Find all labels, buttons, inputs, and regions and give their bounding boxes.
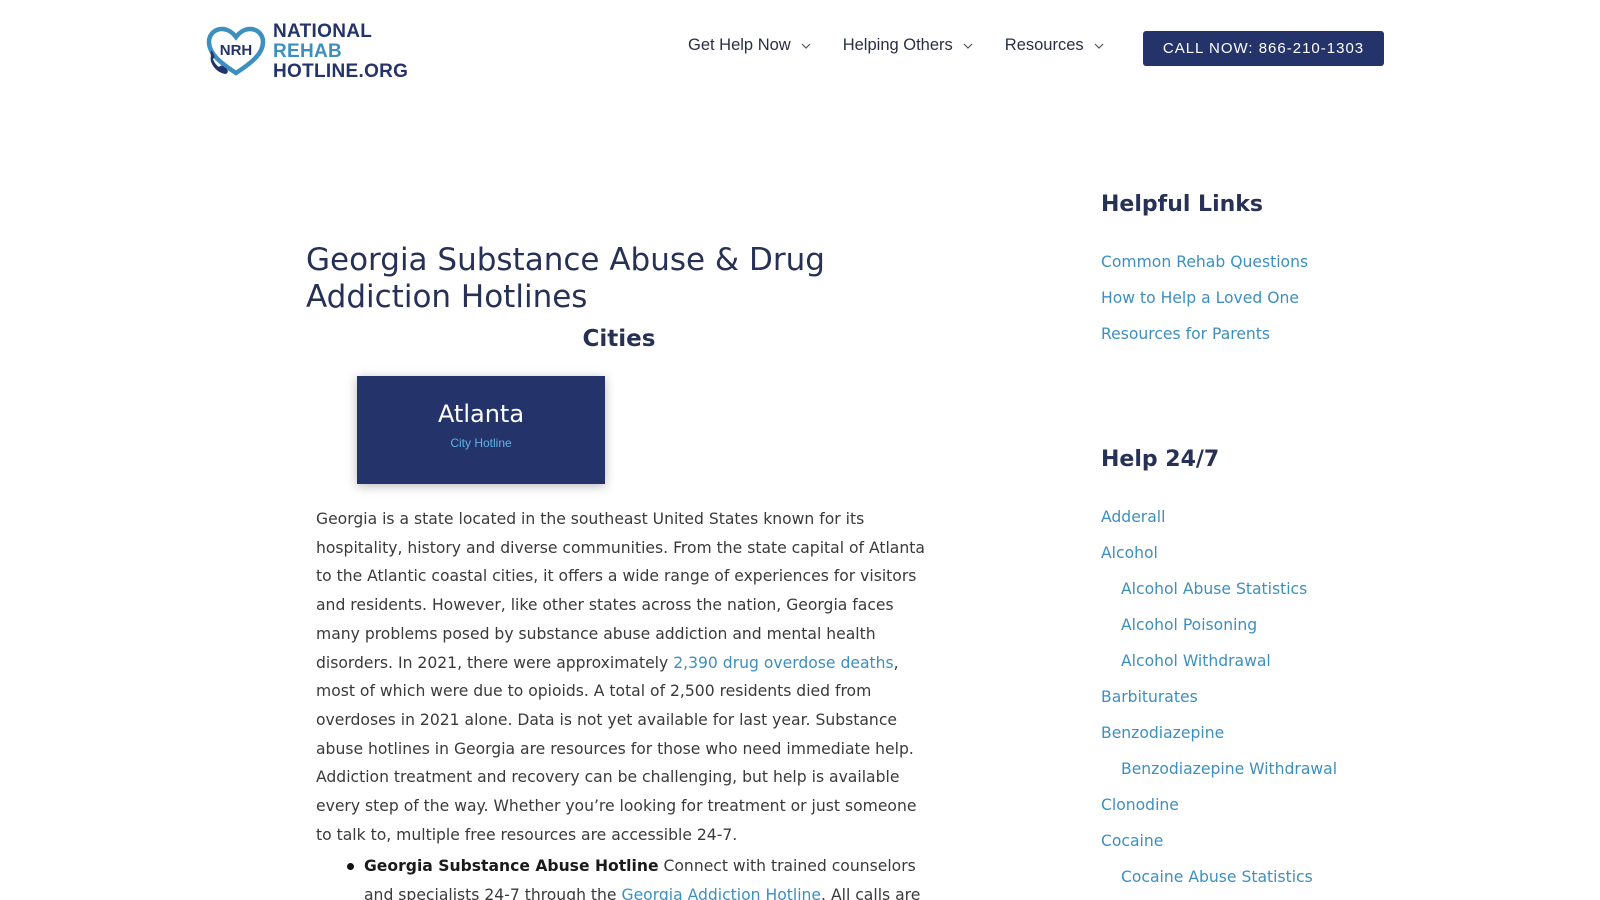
heart-phone-icon: NRH	[205, 26, 269, 78]
bullet-title: Georgia Substance Abuse Hotline	[364, 857, 659, 875]
intro-text-2: , most of which were due to opioids. A t…	[316, 653, 917, 844]
sidebar-link-resources-parents[interactable]: Resources for Parents	[1101, 325, 1270, 343]
overdose-deaths-link[interactable]: 2,390 drug overdose deaths	[673, 654, 893, 672]
nav-helping-others[interactable]: Helping Others	[843, 36, 973, 55]
sidebar-link-help-loved-one[interactable]: How to Help a Loved One	[1101, 289, 1299, 307]
sidebar-link-cocaine[interactable]: Cocaine	[1101, 832, 1163, 850]
chevron-down-icon	[801, 43, 811, 49]
intro-paragraph: Georgia is a state located in the southe…	[316, 505, 928, 849]
chevron-down-icon	[1094, 43, 1104, 49]
sidebar-link-barbiturates[interactable]: Barbiturates	[1101, 688, 1198, 706]
call-now-button[interactable]: CALL NOW: 866-210-1303	[1143, 31, 1384, 66]
nav-label: Helping Others	[842, 36, 953, 54]
sidebar-link-benzodiazepine-withdrawal[interactable]: Benzodiazepine Withdrawal	[1121, 760, 1337, 778]
sidebar-link-alcohol-poisoning[interactable]: Alcohol Poisoning	[1121, 616, 1257, 634]
intro-text-1: Georgia is a state located in the southe…	[316, 510, 925, 672]
list-item: Georgia Substance Abuse Hotline Connect …	[347, 852, 924, 900]
sidebar-link-common-rehab-questions[interactable]: Common Rehab Questions	[1101, 253, 1308, 271]
logo-line-1: NATIONAL	[273, 21, 373, 42]
georgia-addiction-hotline-link[interactable]: Georgia Addiction Hotline	[621, 886, 821, 900]
nav-resources[interactable]: Resources	[1005, 36, 1104, 55]
chevron-down-icon	[963, 43, 973, 49]
page-title: Georgia Substance Abuse & Drug Addiction…	[306, 242, 825, 315]
bullet-dot	[347, 863, 354, 870]
sidebar-link-alcohol[interactable]: Alcohol	[1101, 544, 1158, 562]
logo-line-2: REHAB	[273, 41, 343, 62]
cities-heading: Cities	[582, 326, 656, 352]
logo-badge-text: NRH	[220, 42, 253, 59]
helpful-links-heading: Helpful Links	[1101, 192, 1264, 217]
sidebar-link-adderall[interactable]: Adderall	[1101, 508, 1165, 526]
sidebar-link-clonodine[interactable]: Clonodine	[1101, 796, 1179, 814]
logo-wordmark: NATIONAL REHAB HOTLINE.ORG	[273, 22, 408, 82]
logo-line-3: HOTLINE.ORG	[273, 61, 409, 82]
site-header: NRH NATIONAL REHAB HOTLINE.ORG Get Help …	[0, 0, 1600, 96]
sidebar-link-cocaine-abuse-statistics[interactable]: Cocaine Abuse Statistics	[1121, 868, 1313, 886]
main-nav: Get Help Now Helping Others Resources	[688, 36, 1136, 55]
sidebar-link-alcohol-withdrawal[interactable]: Alcohol Withdrawal	[1121, 652, 1271, 670]
help-24-7-heading: Help 24/7	[1101, 447, 1220, 472]
sidebar-link-alcohol-abuse-statistics[interactable]: Alcohol Abuse Statistics	[1121, 580, 1307, 598]
site-logo[interactable]: NRH NATIONAL REHAB HOTLINE.ORG	[205, 22, 408, 82]
sidebar-link-benzodiazepine[interactable]: Benzodiazepine	[1101, 724, 1224, 742]
city-subtitle: City Hotline	[450, 436, 512, 450]
city-card-atlanta[interactable]: Atlanta City Hotline	[357, 376, 605, 484]
nav-label: Resources	[1004, 36, 1084, 54]
nav-label: Get Help Now	[688, 36, 791, 54]
city-name: Atlanta	[437, 400, 525, 428]
nav-get-help-now[interactable]: Get Help Now	[688, 36, 811, 55]
